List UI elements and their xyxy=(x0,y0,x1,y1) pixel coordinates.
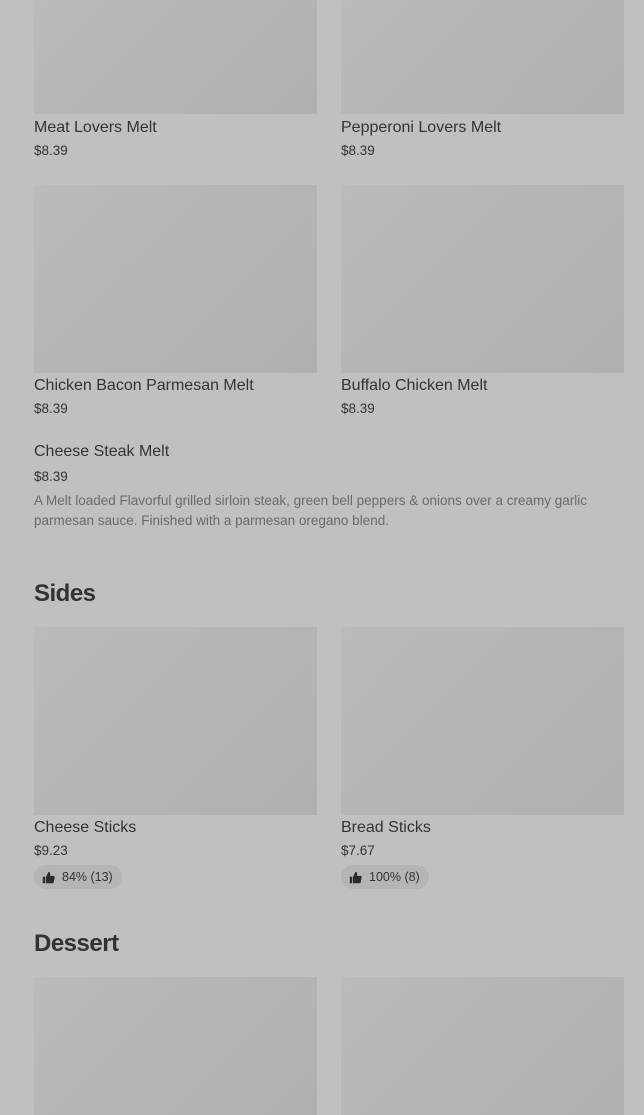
section-title-dessert: Dessert xyxy=(34,930,119,957)
rating-text: 100% (8) xyxy=(369,870,420,884)
item-price: $7.67 xyxy=(341,843,375,858)
menu-page: Meat Lovers Melt $8.39 Pepperoni Lovers … xyxy=(0,0,644,1115)
item-price: $8.39 xyxy=(34,469,68,484)
item-image-dessert-1[interactable] xyxy=(34,977,317,1115)
rating-badge: 100% (8) xyxy=(341,865,429,889)
rating-text: 84% (13) xyxy=(62,870,113,884)
item-name[interactable]: Meat Lovers Melt xyxy=(34,119,157,137)
item-description: A Melt loaded Flavorful grilled sirloin … xyxy=(34,493,588,528)
item-image-dessert-2[interactable] xyxy=(341,977,624,1115)
item-name[interactable]: Buffalo Chicken Melt xyxy=(341,377,487,395)
item-name[interactable]: Bread Sticks xyxy=(341,819,431,837)
item-price: $8.39 xyxy=(34,401,68,416)
item-image-bread-sticks[interactable] xyxy=(341,627,624,815)
thumbs-up-icon xyxy=(349,871,362,883)
item-name[interactable]: Cheese Sticks xyxy=(34,819,136,837)
item-image-pepperoni-lovers-melt[interactable] xyxy=(341,0,624,114)
item-price: $8.39 xyxy=(341,143,375,158)
item-price: $8.39 xyxy=(34,143,68,158)
item-price: $9.23 xyxy=(34,843,68,858)
item-image-meat-lovers-melt[interactable] xyxy=(34,0,317,114)
item-image-buffalo-chicken-melt[interactable] xyxy=(341,185,624,373)
item-name[interactable]: Cheese Steak Melt xyxy=(34,443,169,461)
item-name[interactable]: Pepperoni Lovers Melt xyxy=(341,119,501,137)
section-title-sides: Sides xyxy=(34,580,96,607)
item-price: $8.39 xyxy=(341,401,375,416)
item-image-cheese-sticks[interactable] xyxy=(34,627,317,815)
item-image-chicken-bacon-parmesan-melt[interactable] xyxy=(34,185,317,373)
thumbs-up-icon xyxy=(42,871,55,883)
rating-badge: 84% (13) xyxy=(34,865,122,889)
item-name[interactable]: Chicken Bacon Parmesan Melt xyxy=(34,377,254,395)
